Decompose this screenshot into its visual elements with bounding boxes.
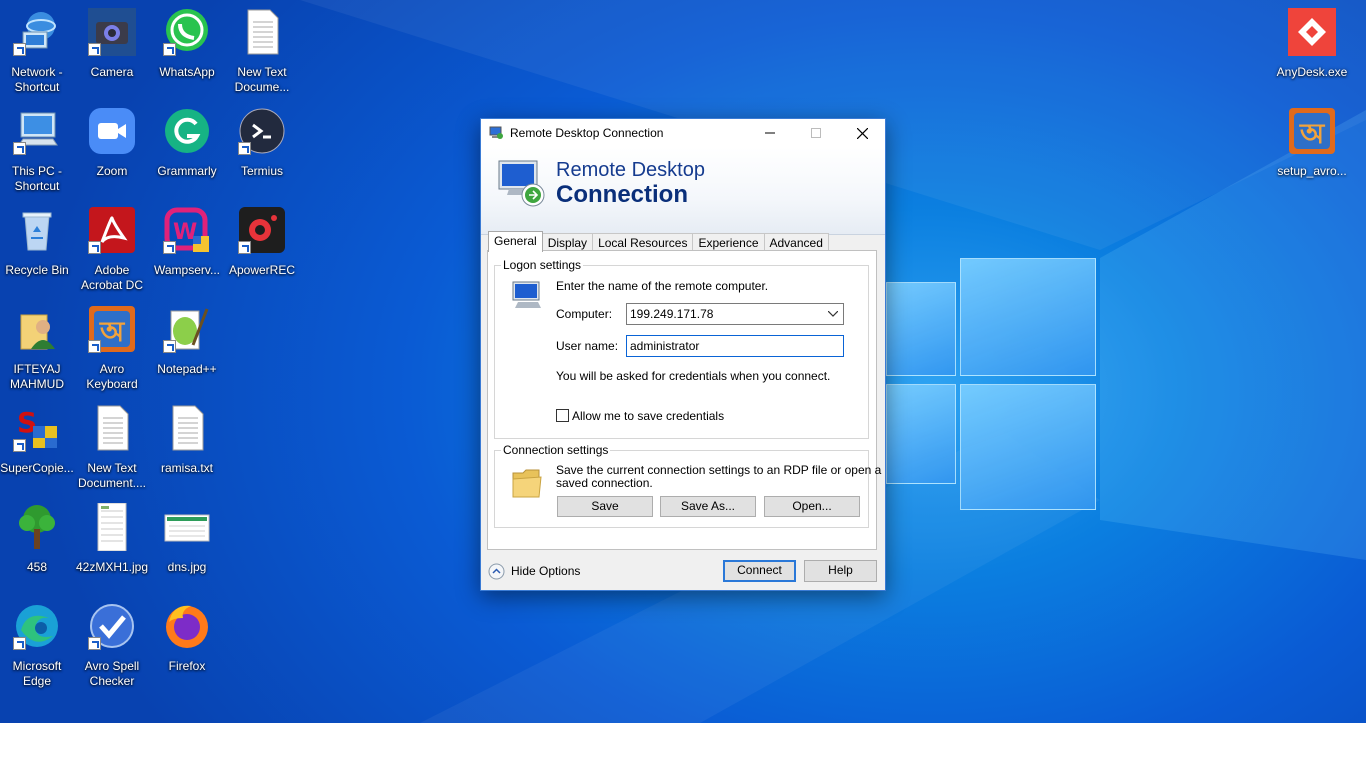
network-icon — [13, 8, 61, 56]
username-value: administrator — [630, 339, 700, 353]
desktop-icon-acrobat[interactable]: Adobe Acrobat DC — [75, 206, 149, 293]
termius-icon — [238, 107, 286, 155]
save-credentials-label: Allow me to save credentials — [572, 409, 725, 423]
rdp-titlebar[interactable]: Remote Desktop Connection — [481, 119, 885, 147]
supercopier-icon: S — [13, 404, 61, 452]
desktop-icon-recycle-bin[interactable]: Recycle Bin — [0, 206, 74, 278]
this-pc-icon — [13, 107, 61, 155]
username-input[interactable]: administrator — [626, 335, 844, 357]
desktop-icon-apowerrec[interactable]: ApowerREC — [225, 206, 299, 278]
connection-settings-label: Connection settings — [501, 443, 611, 457]
desktop-icon-network[interactable]: Network - Shortcut — [0, 8, 74, 95]
maximize-icon — [811, 128, 821, 138]
banner-title-line2: Connection — [556, 181, 688, 208]
desktop-icon-wampserver[interactable]: W Wampserv... — [150, 206, 224, 278]
minimize-button[interactable] — [747, 119, 793, 147]
save-as-button[interactable]: Save As... — [660, 496, 756, 517]
avro-icon: অ — [88, 305, 136, 353]
text-document-icon — [238, 8, 286, 56]
desktop-icon-notepadpp[interactable]: Notepad++ — [150, 305, 224, 377]
desktop-icon-42zmxh1[interactable]: 42zMXH1.jpg — [75, 503, 149, 575]
grammarly-icon — [163, 107, 211, 155]
desktop-icon-edge[interactable]: Microsoft Edge — [0, 602, 74, 689]
recycle-bin-icon — [13, 206, 61, 254]
firefox-icon — [163, 602, 211, 650]
close-button[interactable] — [839, 119, 885, 147]
desktop-icon-firefox[interactable]: Firefox — [150, 602, 224, 674]
banner-title-line1: Remote Desktop — [556, 159, 705, 181]
connection-description-line2: saved connection. — [556, 476, 653, 490]
tree-icon — [13, 503, 61, 551]
notepadpp-icon — [163, 305, 211, 353]
general-tab-panel: Logon settings Enter the name of the rem… — [487, 250, 881, 550]
acrobat-icon — [88, 206, 136, 254]
computer-icon — [512, 281, 541, 308]
anydesk-icon — [1288, 8, 1336, 56]
svg-text:অ: অ — [1299, 117, 1326, 150]
desktop-icon-whatsapp[interactable]: WhatsApp — [150, 8, 224, 80]
desktop-icon-dns[interactable]: dns.jpg — [150, 503, 224, 575]
avro-icon: অ — [1288, 107, 1336, 155]
image-file-icon — [88, 503, 136, 551]
desktop-icon-zoom[interactable]: Zoom — [75, 107, 149, 179]
desktop-icon-anydesk[interactable]: AnyDesk.exe — [1275, 8, 1349, 80]
rdp-window: Remote Desktop Connection Remote Desktop… — [480, 118, 886, 591]
hide-options-toggle[interactable]: Hide Options — [488, 562, 580, 580]
desktop-icon-new-text-document-2[interactable]: New Text Document.... — [75, 404, 149, 491]
computer-combobox[interactable]: 199.249.171.78 — [626, 303, 844, 325]
desktop-icon-avro-keyboard[interactable]: অ Avro Keyboard — [75, 305, 149, 392]
remote-computer-icon — [498, 160, 545, 207]
wampserver-icon: W — [163, 206, 211, 254]
connection-settings-group: Connection settings Save the current con… — [494, 443, 881, 528]
camera-icon — [88, 8, 136, 56]
connect-button[interactable]: Connect — [723, 560, 796, 582]
desktop-icon-termius[interactable]: Termius — [225, 107, 299, 179]
hide-options-label: Hide Options — [511, 564, 581, 578]
logon-settings-group: Logon settings Enter the name of the rem… — [494, 258, 869, 439]
computer-value: 199.249.171.78 — [630, 307, 714, 321]
rdp-window-title: Remote Desktop Connection — [510, 126, 664, 140]
apowerrec-icon — [238, 206, 286, 254]
desktop-icon-user-folder[interactable]: IFTEYAJ MAHMUD — [0, 305, 74, 392]
save-button[interactable]: Save — [557, 496, 653, 517]
rdp-tabs: General Display Local Resources Experien… — [488, 231, 829, 252]
folder-icon — [512, 469, 542, 498]
rdp-app-icon — [489, 126, 503, 139]
maximize-button[interactable] — [793, 119, 839, 147]
user-folder-icon — [13, 305, 61, 353]
desktop-icon-setup-avro[interactable]: অ setup_avro... — [1275, 107, 1349, 179]
desktop-icon-camera[interactable]: Camera — [75, 8, 149, 80]
bottom-blank-area — [0, 723, 1366, 768]
save-credentials-checkbox[interactable] — [556, 409, 569, 422]
desktop-icon-avro-spell-checker[interactable]: Avro Spell Checker — [75, 602, 149, 689]
close-icon — [856, 127, 868, 139]
desktop-icon-458[interactable]: 458 — [0, 503, 74, 575]
text-document-icon — [163, 404, 211, 452]
desktop-icon-supercopier[interactable]: S SuperCopie... — [0, 404, 74, 476]
svg-text:অ: অ — [99, 315, 126, 348]
edge-icon — [13, 602, 61, 650]
logon-settings-label: Logon settings — [501, 258, 584, 272]
tab-general[interactable]: General — [488, 231, 543, 252]
image-file-icon — [163, 503, 211, 551]
chevron-down-icon[interactable] — [826, 304, 840, 324]
chevron-up-circle-icon — [488, 563, 505, 579]
credentials-note: You will be asked for credentials when y… — [556, 369, 831, 383]
help-button[interactable]: Help — [804, 560, 877, 582]
desktop-icon-grammarly[interactable]: Grammarly — [150, 107, 224, 179]
computer-label: Computer: — [556, 307, 613, 321]
desktop-icon-ramisa[interactable]: ramisa.txt — [150, 404, 224, 476]
rdp-banner: Remote Desktop Connection — [481, 147, 885, 235]
desktop-icon-new-text-document-1[interactable]: New Text Docume... — [225, 8, 299, 95]
username-label: User name: — [556, 339, 619, 353]
zoom-icon — [88, 107, 136, 155]
whatsapp-icon — [163, 8, 211, 56]
logon-instruction: Enter the name of the remote computer. — [556, 279, 769, 293]
spell-checker-icon — [88, 602, 136, 650]
desktop-icon-this-pc[interactable]: This PC - Shortcut — [0, 107, 74, 194]
connection-description-line1: Save the current connection settings to … — [556, 463, 882, 477]
text-document-icon — [88, 404, 136, 452]
open-button[interactable]: Open... — [764, 496, 860, 517]
minimize-icon — [765, 132, 775, 134]
